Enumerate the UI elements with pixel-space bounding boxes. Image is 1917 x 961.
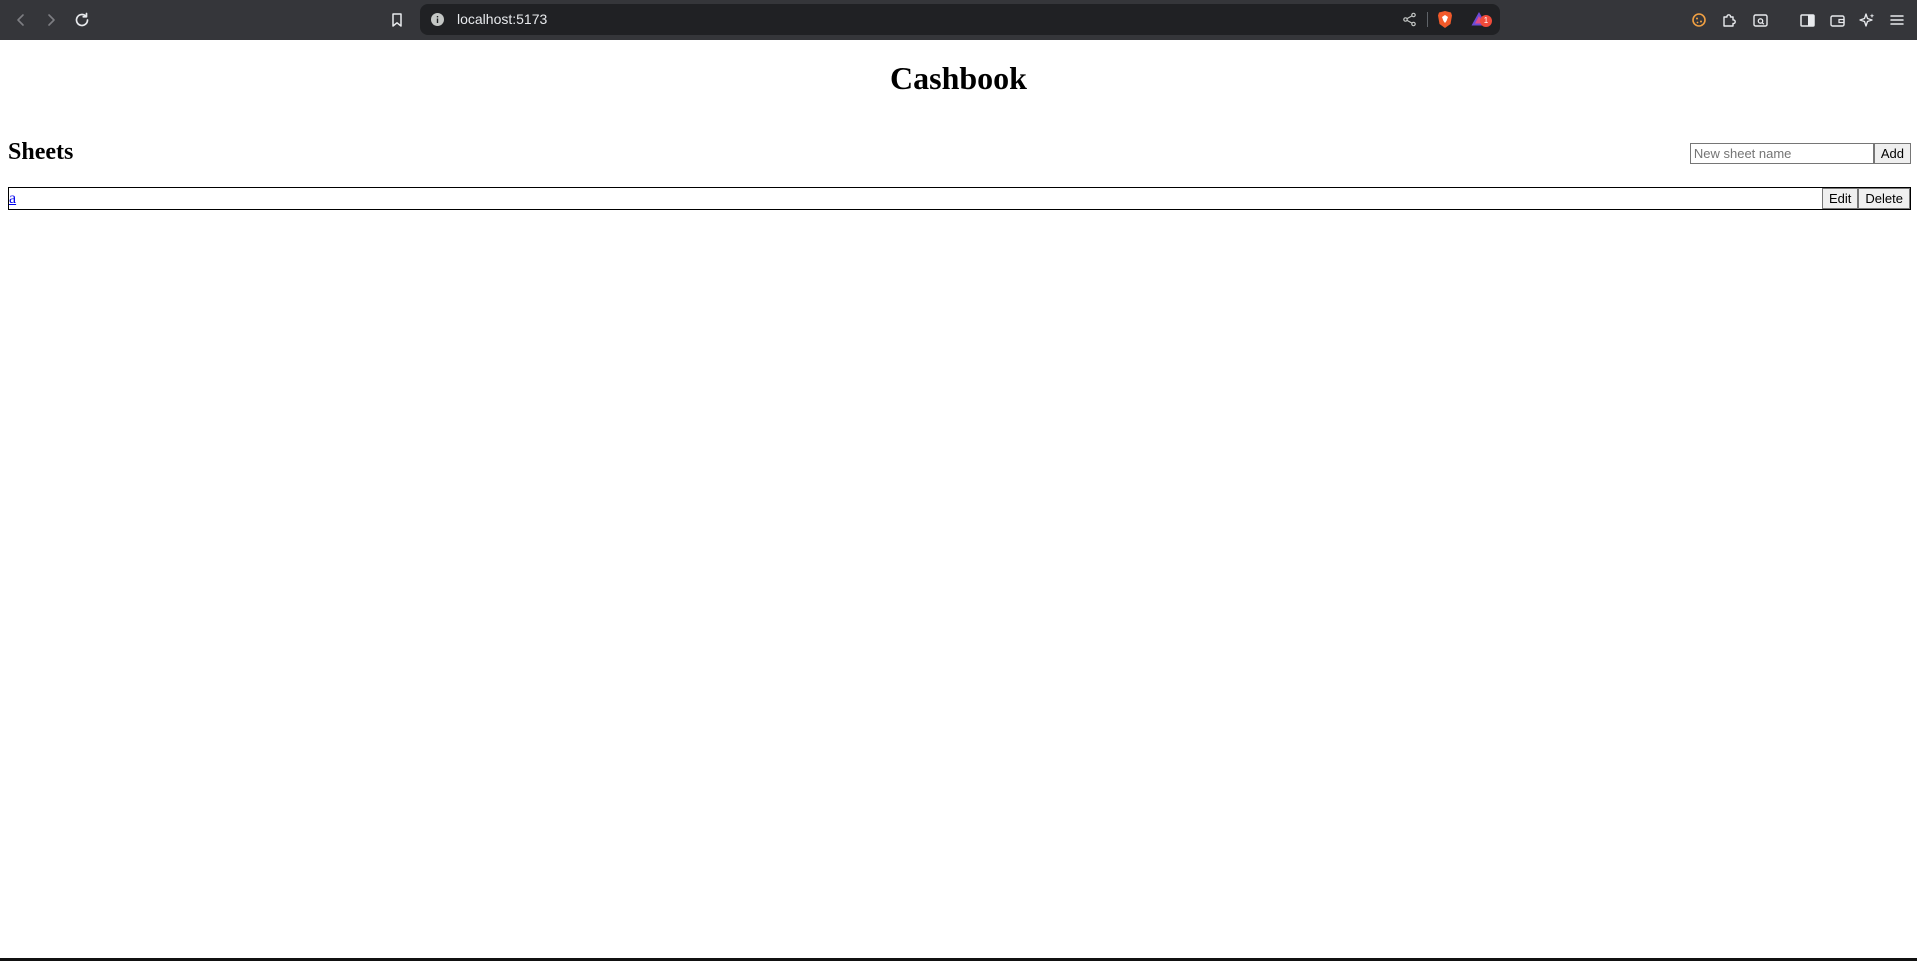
sidebar-toggle-button[interactable] bbox=[1794, 7, 1820, 33]
hamburger-menu-icon bbox=[1890, 15, 1904, 25]
chevron-left-icon bbox=[17, 14, 24, 26]
chevron-right-icon bbox=[48, 14, 55, 26]
extensions-button[interactable] bbox=[1716, 7, 1742, 33]
url-text[interactable]: localhost:5173 bbox=[457, 4, 547, 35]
add-sheet-form: Add bbox=[1689, 143, 1911, 164]
puzzle-icon bbox=[1722, 13, 1736, 27]
app-title: Cashbook bbox=[890, 60, 1027, 96]
sheets-heading: Sheets bbox=[8, 139, 74, 165]
brave-shields-icon[interactable] bbox=[1436, 10, 1454, 34]
forward-button[interactable] bbox=[38, 7, 64, 33]
reload-button[interactable] bbox=[69, 7, 95, 33]
edit-sheet-button[interactable]: Edit bbox=[1822, 188, 1859, 209]
cookie-icon bbox=[1692, 13, 1706, 27]
sheet-link[interactable]: a bbox=[9, 189, 16, 208]
back-button[interactable] bbox=[8, 7, 34, 33]
wallet-icon bbox=[1829, 14, 1845, 27]
sheet-row: a Edit Delete bbox=[8, 187, 1911, 210]
tab-search-icon bbox=[1752, 13, 1768, 27]
site-info-icon[interactable] bbox=[430, 12, 445, 32]
page-content: Cashbook Sheets Add a Edit Delete bbox=[0, 40, 1917, 958]
wallet-button[interactable] bbox=[1824, 7, 1850, 33]
add-sheet-button[interactable]: Add bbox=[1873, 143, 1911, 164]
sheet-row-actions: Edit Delete bbox=[1822, 188, 1910, 209]
brave-rewards-button[interactable]: 1 bbox=[1470, 10, 1492, 33]
main-menu-button[interactable] bbox=[1884, 7, 1910, 33]
sheet-list: a Edit Delete bbox=[8, 187, 1911, 210]
new-sheet-name-input[interactable] bbox=[1689, 143, 1874, 164]
bookmark-icon bbox=[392, 13, 402, 27]
delete-sheet-button[interactable]: Delete bbox=[1858, 188, 1910, 209]
bookmark-button[interactable] bbox=[384, 7, 410, 33]
tab-search-button[interactable] bbox=[1747, 7, 1773, 33]
browser-toolbar: localhost:5173 1 bbox=[0, 0, 1917, 40]
reload-icon bbox=[75, 12, 89, 27]
urlbar-divider bbox=[1427, 12, 1428, 27]
sparkle-icon bbox=[1858, 12, 1874, 27]
leo-ai-button[interactable] bbox=[1854, 7, 1880, 33]
address-bar[interactable]: localhost:5173 1 bbox=[420, 4, 1500, 35]
sidebar-icon bbox=[1799, 13, 1815, 27]
extension-cookie-button[interactable] bbox=[1686, 7, 1712, 33]
notification-badge: 1 bbox=[1480, 15, 1492, 27]
share-icon[interactable] bbox=[1402, 12, 1417, 32]
